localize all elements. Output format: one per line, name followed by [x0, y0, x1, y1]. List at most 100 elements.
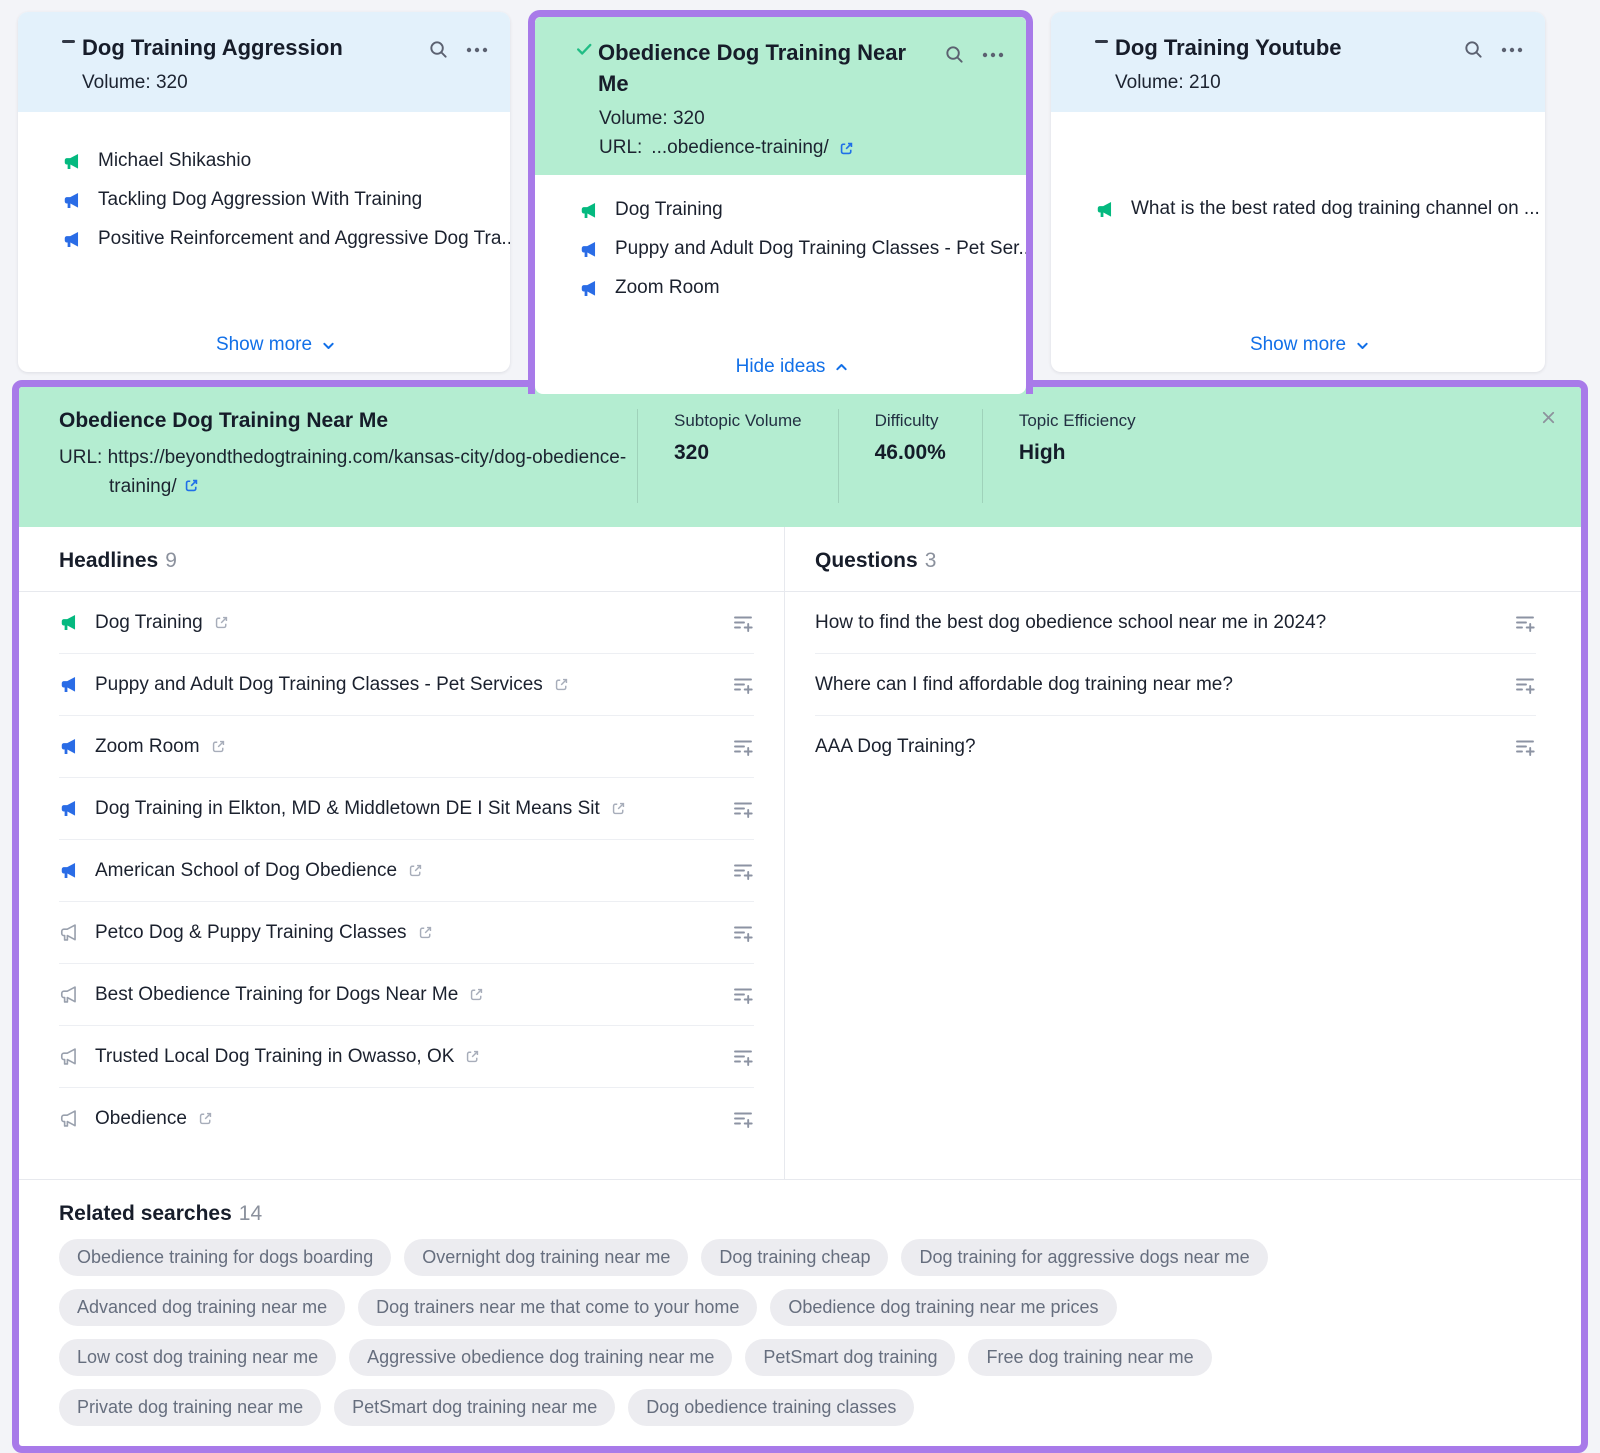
megaphone-green-icon: [62, 151, 83, 172]
megaphone-blue-icon: [62, 190, 83, 211]
related-searches-heading: Related searches14: [59, 1202, 1541, 1226]
external-link-icon[interactable]: [464, 1048, 481, 1065]
headline-text: Best Obedience Training for Dogs Near Me: [95, 984, 458, 1006]
idea-list: What is the best rated dog training chan…: [1095, 198, 1525, 237]
stat-difficulty: Difficulty 46.00%: [838, 409, 982, 503]
chip-row: Obedience training for dogs boarding Over…: [59, 1239, 1541, 1276]
search-icon[interactable]: [944, 44, 965, 65]
subtopic-detail-panel: Obedience Dog Training Near Me URL: http…: [12, 380, 1588, 1453]
external-link-icon[interactable]: [197, 1110, 214, 1127]
more-options-icon[interactable]: [466, 47, 488, 53]
add-to-list-icon[interactable]: [732, 736, 754, 758]
add-to-list-icon[interactable]: [1514, 674, 1536, 696]
question-row: AAA Dog Training?: [815, 716, 1536, 777]
add-to-list-icon[interactable]: [732, 922, 754, 944]
headline-row: Dog Training in Elkton, MD & Middletown …: [59, 778, 754, 840]
related-search-chip[interactable]: Advanced dog training near me: [59, 1289, 345, 1326]
idea-item[interactable]: Tackling Dog Aggression With Training: [62, 189, 490, 211]
questions-title: Questions: [815, 549, 918, 572]
question-row: How to find the best dog obedience schoo…: [815, 592, 1536, 654]
questions-list: How to find the best dog obedience schoo…: [815, 592, 1536, 777]
add-to-list-icon[interactable]: [732, 612, 754, 634]
megaphone-blue-icon: [59, 860, 80, 881]
question-text: Where can I find affordable dog training…: [815, 674, 1233, 696]
more-options-icon[interactable]: [982, 52, 1004, 58]
add-to-list-icon[interactable]: [1514, 736, 1536, 758]
stat-label: Subtopic Volume: [674, 411, 802, 431]
related-search-chip[interactable]: Dog training for aggressive dogs near me: [901, 1239, 1267, 1276]
chip-row: Private dog training near me PetSmart dog…: [59, 1389, 1541, 1426]
related-search-chip[interactable]: Aggressive obedience dog training near m…: [349, 1339, 732, 1376]
stat-value: High: [1019, 441, 1136, 465]
add-to-list-icon[interactable]: [732, 1046, 754, 1068]
idea-item[interactable]: Positive Reinforcement and Aggressive Do…: [62, 228, 490, 250]
external-link-icon[interactable]: [417, 924, 434, 941]
show-more-button[interactable]: Show more: [216, 334, 336, 356]
related-search-chip[interactable]: Dog trainers near me that come to your h…: [358, 1289, 757, 1326]
related-search-chip[interactable]: Dog obedience training classes: [628, 1389, 914, 1426]
volume-label: Volume:: [82, 72, 151, 93]
selected-subtopic-highlight: Obedience Dog Training Near Me Volume: 3…: [528, 10, 1033, 394]
show-more-label: Show more: [216, 334, 312, 356]
idea-item[interactable]: What is the best rated dog training chan…: [1095, 198, 1525, 220]
idea-item[interactable]: Puppy and Adult Dog Training Classes - P…: [579, 238, 1006, 260]
external-link-icon[interactable]: [213, 614, 230, 631]
external-link-icon[interactable]: [838, 140, 855, 157]
related-search-chip[interactable]: Low cost dog training near me: [59, 1339, 336, 1376]
card-header: Dog Training Aggression Volume: 320: [18, 12, 510, 112]
volume-value: 210: [1189, 72, 1221, 93]
close-icon[interactable]: [1540, 409, 1557, 426]
external-link-icon[interactable]: [210, 738, 227, 755]
external-link-icon[interactable]: [553, 676, 570, 693]
search-icon[interactable]: [1463, 39, 1484, 60]
url-value: ...obedience-training/: [651, 137, 828, 159]
related-search-chip[interactable]: Obedience training for dogs boarding: [59, 1239, 391, 1276]
headline-row: Zoom Room: [59, 716, 754, 778]
related-search-chip[interactable]: Overnight dog training near me: [404, 1239, 688, 1276]
show-more-button[interactable]: Show more: [1250, 334, 1370, 356]
related-search-chip[interactable]: Private dog training near me: [59, 1389, 321, 1426]
hide-ideas-button[interactable]: Hide ideas: [736, 356, 850, 378]
card-body: Dog Training Puppy and Adult Dog Training…: [535, 175, 1026, 394]
chip-row: Low cost dog training near me Aggressive …: [59, 1339, 1541, 1376]
volume-value: 320: [156, 72, 188, 93]
add-to-list-icon[interactable]: [732, 1108, 754, 1130]
external-link-icon[interactable]: [183, 477, 200, 494]
url-label: URL:: [599, 137, 642, 159]
card-title: Obedience Dog Training Near Me: [579, 37, 1002, 99]
headline-text: Obedience: [95, 1108, 187, 1130]
related-search-chip[interactable]: PetSmart dog training near me: [334, 1389, 615, 1426]
card-title-label: Obedience Dog Training Near Me: [598, 37, 930, 99]
headline-row: Dog Training: [59, 592, 754, 654]
add-to-list-icon[interactable]: [732, 798, 754, 820]
idea-label: Positive Reinforcement and Aggressive Do…: [98, 228, 510, 250]
idea-item[interactable]: Dog Training: [579, 199, 1006, 221]
card-title-label: Dog Training Aggression: [82, 32, 343, 63]
add-to-list-icon[interactable]: [732, 860, 754, 882]
related-search-chip[interactable]: Free dog training near me: [968, 1339, 1211, 1376]
stat-subtopic-volume: Subtopic Volume 320: [637, 409, 838, 503]
show-more-label: Show more: [1250, 334, 1346, 356]
idea-label: Tackling Dog Aggression With Training: [98, 189, 422, 211]
related-search-chip[interactable]: Dog training cheap: [701, 1239, 888, 1276]
megaphone-green-icon: [59, 612, 80, 633]
external-link-icon[interactable]: [407, 862, 424, 879]
megaphone-blue-icon: [59, 736, 80, 757]
related-search-chip[interactable]: Obedience dog training near me prices: [770, 1289, 1116, 1326]
external-link-icon[interactable]: [610, 800, 627, 817]
hide-ideas-label: Hide ideas: [736, 356, 826, 378]
card-volume: Volume: 320: [82, 72, 486, 94]
idea-item[interactable]: Michael Shikashio: [62, 150, 490, 172]
megaphone-gray-icon: [59, 1108, 80, 1129]
idea-item[interactable]: Zoom Room: [579, 277, 1006, 299]
add-to-list-icon[interactable]: [732, 674, 754, 696]
more-options-icon[interactable]: [1501, 47, 1523, 53]
search-icon[interactable]: [428, 39, 449, 60]
stat-topic-efficiency: Topic Efficiency High: [982, 409, 1172, 503]
external-link-icon[interactable]: [468, 986, 485, 1003]
headline-text: Puppy and Adult Dog Training Classes - P…: [95, 674, 543, 696]
card-volume: Volume: 210: [1115, 72, 1521, 94]
add-to-list-icon[interactable]: [732, 984, 754, 1006]
related-search-chip[interactable]: PetSmart dog training: [745, 1339, 955, 1376]
add-to-list-icon[interactable]: [1514, 612, 1536, 634]
